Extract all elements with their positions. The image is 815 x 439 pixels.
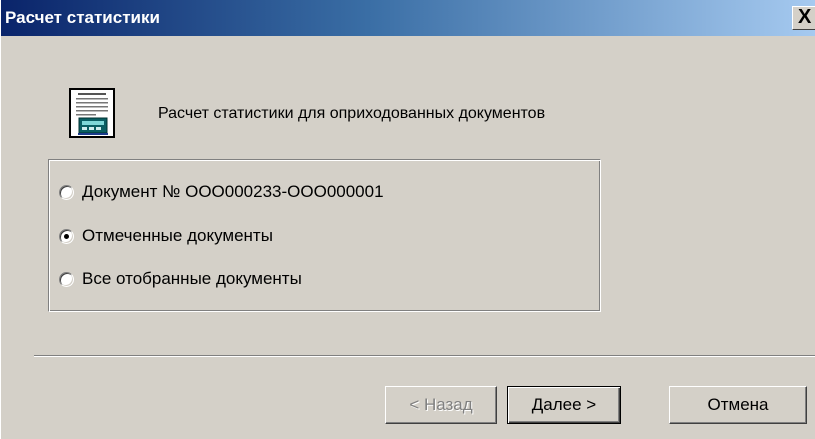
option-all-filtered-documents[interactable]: Все отобранные документы	[59, 268, 302, 290]
back-button[interactable]: < Назад	[385, 386, 497, 424]
option-marked-documents[interactable]: Отмеченные документы	[59, 225, 273, 247]
option-single-document[interactable]: Документ № ООО000233-ООО000001	[59, 181, 384, 203]
title-bar[interactable]: Расчет статистики X	[1, 0, 815, 36]
option-single-document-label: Документ № ООО000233-ООО000001	[82, 182, 384, 201]
wizard-description: Расчет статистики для оприходованных док…	[158, 105, 546, 122]
window-title: Расчет статистики	[5, 8, 160, 27]
radio-all-filtered-documents[interactable]	[59, 271, 74, 287]
close-button[interactable]: X	[792, 6, 815, 30]
radio-single-document[interactable]	[59, 184, 74, 200]
option-marked-documents-label: Отмеченные документы	[82, 226, 273, 245]
statistics-wizard-dialog: Расчет статистики X Расчет статистики дл…	[0, 0, 815, 439]
button-separator	[34, 355, 815, 357]
cancel-button[interactable]: Отмена	[669, 386, 807, 424]
document-calculator-icon	[69, 88, 115, 138]
option-all-filtered-documents-label: Все отобранные документы	[82, 269, 302, 288]
next-button[interactable]: Далее >	[507, 386, 621, 424]
radio-marked-documents[interactable]	[59, 228, 74, 244]
